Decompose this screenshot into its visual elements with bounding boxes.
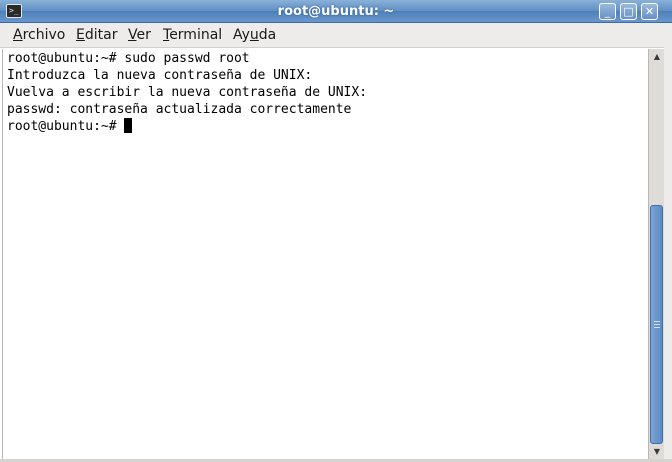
scrollbar-thumb[interactable] bbox=[650, 205, 663, 444]
scroll-up-arrow-icon[interactable]: ▲ bbox=[650, 50, 664, 64]
scroll-down-arrow-icon[interactable]: ▼ bbox=[650, 445, 664, 459]
terminal-output[interactable]: root@ubuntu:~# sudo passwd root Introduz… bbox=[2, 49, 648, 460]
menu-archivo[interactable]: Archivo bbox=[13, 23, 65, 48]
terminal-line: passwd: contraseña actualizada correctam… bbox=[7, 102, 352, 117]
vertical-scrollbar[interactable]: ▲ ▼ bbox=[648, 49, 664, 460]
menu-ver[interactable]: Ver bbox=[128, 23, 151, 48]
close-icon: ✕ bbox=[644, 5, 655, 18]
grip-icon bbox=[654, 320, 660, 328]
terminal-line: Introduzca la nueva contraseña de UNIX: bbox=[7, 68, 313, 83]
title-bar[interactable]: >_ root@ubuntu: ~ _ □ ✕ bbox=[0, 0, 672, 23]
maximize-button[interactable]: □ bbox=[620, 3, 637, 20]
text-cursor bbox=[124, 118, 133, 133]
terminal-prompt-line[interactable]: root@ubuntu:~# bbox=[7, 118, 133, 135]
terminal-line: Vuelva a escribir la nueva contraseña de… bbox=[7, 85, 368, 100]
menu-bar: Archivo Editar Ver Terminal Ayuda bbox=[0, 23, 672, 48]
window-right-edge bbox=[664, 23, 672, 462]
menu-editar[interactable]: Editar bbox=[76, 23, 117, 48]
menu-ayuda[interactable]: Ayuda bbox=[233, 23, 276, 48]
minimize-icon: _ bbox=[604, 5, 611, 18]
maximize-icon: □ bbox=[623, 5, 634, 18]
terminal-prompt: root@ubuntu:~# bbox=[7, 119, 125, 134]
close-button[interactable]: ✕ bbox=[641, 3, 658, 20]
window-title: root@ubuntu: ~ bbox=[277, 4, 395, 19]
minimize-button[interactable]: _ bbox=[599, 3, 616, 20]
menu-terminal[interactable]: Terminal bbox=[163, 23, 222, 48]
terminal-line: root@ubuntu:~# sudo passwd root bbox=[7, 51, 250, 66]
